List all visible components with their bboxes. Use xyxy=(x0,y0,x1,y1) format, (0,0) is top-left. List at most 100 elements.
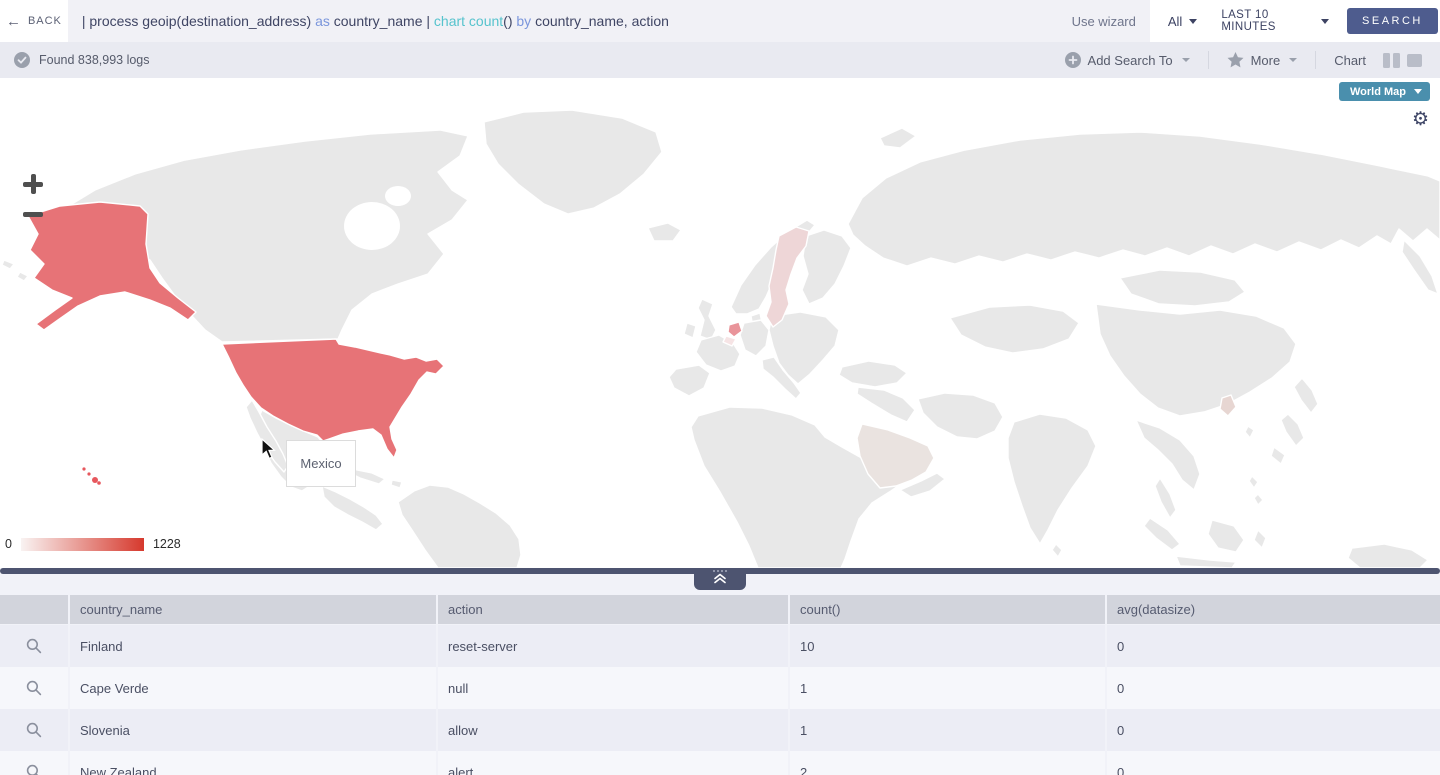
map-land-turkey xyxy=(839,361,907,387)
row-drilldown-button[interactable] xyxy=(0,751,68,775)
cell-avg-datasize: 0 xyxy=(1107,751,1440,775)
map-land-taiwan xyxy=(1245,426,1254,438)
time-range-dropdown[interactable]: LAST 10 MINUTES xyxy=(1209,0,1341,42)
column-header[interactable]: count() xyxy=(790,595,1105,624)
map-land-philippines xyxy=(1249,476,1258,488)
map-land-iberia xyxy=(669,365,710,396)
cell-country-name: New Zealand xyxy=(70,751,436,775)
icon-column-header xyxy=(0,595,68,624)
query-text: | process geoip(destination_address) as … xyxy=(82,13,669,29)
collapse-panel-handle[interactable] xyxy=(694,568,746,590)
cell-avg-datasize: 0 xyxy=(1107,667,1440,709)
search-query-input[interactable]: | process geoip(destination_address) as … xyxy=(68,0,1150,42)
legend-gradient xyxy=(21,538,144,551)
cell-count: 10 xyxy=(790,625,1105,667)
map-color-legend: 0 1228 xyxy=(5,537,181,551)
map-land-japan xyxy=(1271,447,1285,464)
full-view-icon[interactable] xyxy=(1407,54,1422,67)
zoom-in-button[interactable] xyxy=(23,174,43,194)
plus-circle-icon xyxy=(1065,52,1081,68)
search-icon xyxy=(26,722,42,738)
cell-action: alert xyxy=(438,751,788,775)
map-land-ireland xyxy=(684,323,696,338)
add-search-to-dropdown[interactable]: Add Search To xyxy=(1061,52,1194,68)
cell-country-name: Cape Verde xyxy=(70,667,436,709)
map-country-hawaii[interactable] xyxy=(82,467,100,484)
column-header[interactable]: country_name xyxy=(70,595,436,624)
add-search-to-label: Add Search To xyxy=(1088,53,1173,68)
time-range-value: LAST 10 MINUTES xyxy=(1221,9,1314,33)
cell-country-name: Slovenia xyxy=(70,709,436,751)
chart-view-group: Chart xyxy=(1330,53,1426,68)
scope-dropdown-value: All xyxy=(1168,14,1182,29)
chevron-down-icon xyxy=(1182,58,1190,62)
toolbar-divider xyxy=(1315,51,1316,69)
mouse-cursor xyxy=(261,438,277,460)
map-land-uk xyxy=(698,299,716,340)
legend-min: 0 xyxy=(5,537,12,551)
scope-dropdown[interactable]: All xyxy=(1156,0,1209,42)
map-land-south-america xyxy=(398,485,521,568)
map-land-malay-peninsula xyxy=(1155,478,1176,518)
world-map[interactable] xyxy=(0,78,1440,568)
chevron-down-icon xyxy=(1414,89,1422,94)
search-button[interactable]: SEARCH xyxy=(1347,8,1438,34)
map-type-dropdown[interactable]: World Map xyxy=(1339,82,1430,101)
map-land-india xyxy=(1008,414,1096,544)
map-land-aleutians xyxy=(17,272,28,281)
map-land-levant xyxy=(857,387,915,422)
results-table: country_nameactioncount()avg(datasize) F… xyxy=(0,595,1440,775)
cell-count: 1 xyxy=(790,667,1105,709)
map-type-value: World Map xyxy=(1350,86,1406,98)
more-dropdown[interactable]: More xyxy=(1223,52,1302,68)
split-columns-view-icon[interactable] xyxy=(1383,53,1400,68)
chevron-down-icon xyxy=(1289,58,1297,62)
table-row[interactable]: New Zealand alert 2 0 xyxy=(0,751,1440,775)
check-circle-icon xyxy=(14,52,30,68)
map-land-russia xyxy=(848,132,1440,266)
map-land-sulawesi xyxy=(1254,530,1266,548)
chart-label: Chart xyxy=(1334,53,1366,68)
map-land-finland xyxy=(802,230,851,304)
double-chevron-up-icon xyxy=(712,572,728,584)
back-arrow-icon: ← xyxy=(6,14,22,29)
cell-avg-datasize: 0 xyxy=(1107,709,1440,751)
map-land-new-guinea xyxy=(1348,544,1428,568)
row-drilldown-button[interactable] xyxy=(0,625,68,667)
search-icon xyxy=(26,638,42,654)
cell-action: reset-server xyxy=(438,625,788,667)
table-row[interactable]: Finland reset-server 10 0 xyxy=(0,625,1440,667)
map-land-indochina xyxy=(1136,420,1200,490)
map-land-central-europe xyxy=(740,320,769,356)
map-land-japan xyxy=(1294,378,1318,413)
legend-max: 1228 xyxy=(153,537,181,551)
map-land-novaya-zemlya xyxy=(880,128,916,148)
world-map-panel[interactable]: World Map ⚙ 0 1228 Mexico xyxy=(0,78,1440,568)
column-header[interactable]: avg(datasize) xyxy=(1107,595,1440,624)
table-row[interactable]: Cape Verde null 1 0 xyxy=(0,667,1440,709)
toolbar-divider xyxy=(1208,51,1209,69)
column-header[interactable]: action xyxy=(438,595,788,624)
gear-icon[interactable]: ⚙ xyxy=(1412,110,1429,129)
cell-count: 2 xyxy=(790,751,1105,775)
back-button[interactable]: ← BACK xyxy=(0,0,68,42)
table-header: country_nameactioncount()avg(datasize) xyxy=(0,595,1440,624)
back-label: BACK xyxy=(28,15,62,27)
cell-avg-datasize: 0 xyxy=(1107,625,1440,667)
row-drilldown-button[interactable] xyxy=(0,667,68,709)
zoom-out-button[interactable] xyxy=(23,212,43,217)
map-land-iceland xyxy=(648,223,681,241)
table-row[interactable]: Slovenia allow 1 0 xyxy=(0,709,1440,751)
map-land-china xyxy=(1096,304,1296,416)
results-panel: country_nameactioncount()avg(datasize) F… xyxy=(0,568,1440,775)
map-land-aleutians xyxy=(2,260,14,269)
use-wizard-link[interactable]: Use wizard xyxy=(1056,14,1136,29)
row-drilldown-button[interactable] xyxy=(0,709,68,751)
map-land-hispaniola xyxy=(391,480,402,488)
chevron-down-icon xyxy=(1189,19,1197,24)
found-logs-status: Found 838,993 logs xyxy=(39,53,150,67)
map-land-borneo xyxy=(1208,520,1244,552)
map-land-sri-lanka xyxy=(1052,544,1062,557)
map-land-mongolia xyxy=(1120,270,1245,306)
top-query-bar: ← BACK | process geoip(destination_addre… xyxy=(0,0,1440,42)
